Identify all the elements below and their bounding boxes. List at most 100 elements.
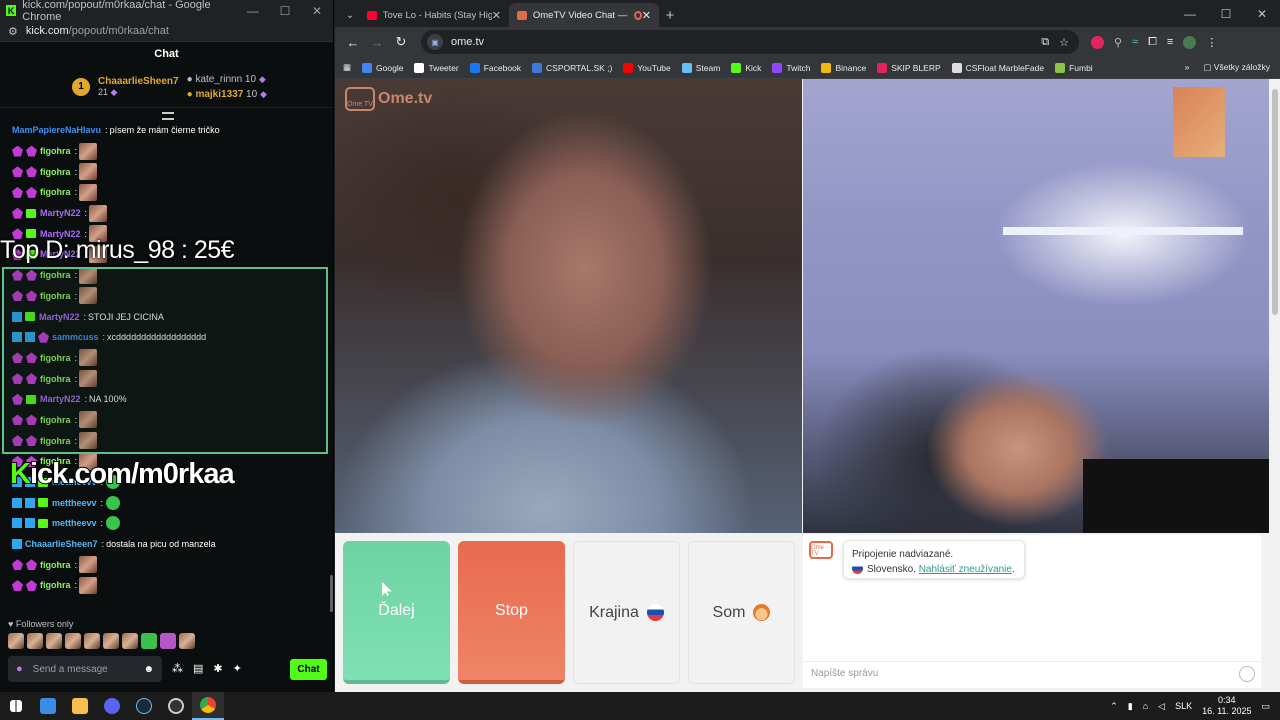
bookmark-item[interactable]: CSPORTAL.SK ;) xyxy=(532,62,612,73)
avatar[interactable] xyxy=(1183,35,1197,49)
mic-icon[interactable]: ▮ xyxy=(1128,701,1133,712)
bookmark-item[interactable]: Tweeter xyxy=(414,62,459,73)
close-tab-icon[interactable]: ✕ xyxy=(642,9,651,22)
apps-icon[interactable]: ▦ xyxy=(343,62,351,73)
emote-button[interactable] xyxy=(8,633,24,649)
volume-icon[interactable]: ◁ xyxy=(1158,701,1165,712)
leader-third[interactable]: ● majki1337 10 ◆ xyxy=(187,87,267,102)
leader-first[interactable]: ChaaarlieSheen7 21 ◆ xyxy=(98,76,179,98)
chat-username[interactable]: mettheevv xyxy=(52,518,97,528)
chat-text: písem že mám čierne tričko xyxy=(109,125,220,136)
page-scrollbar[interactable] xyxy=(1270,79,1280,692)
bookmark-item[interactable]: Kick xyxy=(731,62,761,73)
network-icon[interactable]: ⌂ xyxy=(1143,701,1148,711)
chat-username[interactable]: figohra xyxy=(40,146,71,156)
puzzle-icon[interactable]: ⧠ xyxy=(1148,36,1157,49)
gender-button[interactable]: Som xyxy=(688,541,795,684)
chat-scrollbar[interactable] xyxy=(330,575,333,612)
all-bookmarks[interactable]: ▢ Všetky záložky xyxy=(1203,62,1270,73)
site-info-icon[interactable]: ⚙ xyxy=(8,25,18,38)
media-icon[interactable]: ≡ xyxy=(1167,36,1173,48)
minimize-button[interactable]: — xyxy=(1172,0,1208,27)
taskbar-explorer[interactable] xyxy=(64,692,96,720)
minimize-button[interactable]: — xyxy=(237,4,269,18)
chat-username[interactable]: figohra xyxy=(40,580,71,590)
extension-icon[interactable]: ⚲ xyxy=(1114,36,1122,49)
bookmark-item[interactable]: SKIP BLERP xyxy=(877,62,941,73)
store-icon[interactable]: ▤ xyxy=(193,662,203,675)
emote-button[interactable] xyxy=(103,633,119,649)
taskbar-app[interactable] xyxy=(32,692,64,720)
bookmark-item[interactable]: Binance xyxy=(821,62,866,73)
notifications-icon[interactable]: ▭ xyxy=(1261,701,1270,712)
bookmark-item[interactable]: Twitch xyxy=(772,62,810,73)
menu-icon[interactable]: ⋮ xyxy=(1206,36,1217,49)
emote-button[interactable] xyxy=(27,633,43,649)
emote-button[interactable] xyxy=(46,633,62,649)
extension-icon[interactable]: ≈ xyxy=(1132,36,1138,48)
chat-send-button[interactable]: Chat xyxy=(290,659,327,680)
more-bookmarks-icon[interactable]: » xyxy=(1185,62,1190,73)
maximize-button[interactable]: ☐ xyxy=(1208,0,1244,27)
reload-button[interactable]: ↻ xyxy=(389,30,413,54)
bookmark-item[interactable]: YouTube xyxy=(623,62,671,73)
new-tab-button[interactable]: + xyxy=(659,3,681,27)
emote-button[interactable] xyxy=(160,633,176,649)
leader-second[interactable]: ● kate_rinnn 10 ◆ xyxy=(187,72,267,87)
chat-username[interactable]: figohra xyxy=(40,560,71,570)
emote-button[interactable] xyxy=(122,633,138,649)
mic-icon[interactable]: ● xyxy=(16,663,23,675)
close-button[interactable]: ✕ xyxy=(301,4,333,18)
tab-search-icon[interactable]: ⌄ xyxy=(341,3,359,27)
install-icon[interactable]: ⧉ xyxy=(1041,36,1049,49)
bookmark-item[interactable]: Facebook xyxy=(469,62,521,73)
report-abuse-link[interactable]: Nahlásiť zneužívanie xyxy=(919,564,1012,575)
start-button[interactable] xyxy=(0,692,32,720)
chat-username[interactable]: figohra xyxy=(40,187,71,197)
bookmark-item[interactable]: Steam xyxy=(681,62,720,73)
tab-ometv[interactable]: OmeTV Video Chat — Ome ✕ xyxy=(509,3,659,27)
stop-button[interactable]: Stop xyxy=(458,541,565,684)
maximize-button[interactable]: ☐ xyxy=(269,4,301,18)
chat-username[interactable]: mettheevv xyxy=(52,498,97,508)
country-button[interactable]: Krajina xyxy=(573,541,680,684)
extension-icon[interactable] xyxy=(1091,35,1104,49)
taskbar-app[interactable] xyxy=(160,692,192,720)
bookmark-item[interactable]: Fumbi xyxy=(1055,62,1093,73)
settings-icon[interactable]: ✱ xyxy=(213,662,222,675)
emote-button[interactable] xyxy=(179,633,195,649)
page-scrollbar-thumb[interactable] xyxy=(1272,89,1278,315)
bookmark-star-icon[interactable]: ☆ xyxy=(1059,36,1069,49)
pinned-menu-icon[interactable] xyxy=(162,112,174,120)
chat-username[interactable]: MartyN22 xyxy=(40,208,81,218)
next-button[interactable]: Ďalej xyxy=(343,541,450,684)
chat-username[interactable]: figohra xyxy=(40,167,71,177)
emoji-icon[interactable] xyxy=(1239,665,1255,682)
emote-button[interactable] xyxy=(141,633,157,649)
emote-button[interactable] xyxy=(65,633,81,649)
tray-chevron-icon[interactable]: ⌃ xyxy=(1110,701,1118,712)
bookmark-item[interactable]: CSFloat MarbleFade xyxy=(951,62,1044,73)
gift-icon[interactable]: ✦ xyxy=(233,662,242,675)
close-tab-icon[interactable]: ✕ xyxy=(492,9,501,22)
taskbar-chrome[interactable] xyxy=(192,692,224,720)
bookmark-item[interactable]: Google xyxy=(362,62,403,73)
taskbar-steam[interactable] xyxy=(128,692,160,720)
tab-youtube[interactable]: Tove Lo - Habits (Stay High) - H ✕ xyxy=(359,3,509,27)
clock[interactable]: 0:34 16. 11. 2025 xyxy=(1202,695,1251,717)
emoji-icon[interactable]: ☻ xyxy=(143,664,154,675)
chat-username[interactable]: MamPapiereNaHlavu xyxy=(12,125,101,135)
chat-identity-icon[interactable]: ⁂ xyxy=(172,662,183,675)
site-info-icon[interactable]: ▣ xyxy=(427,34,443,50)
emote-button[interactable] xyxy=(84,633,100,649)
language-indicator[interactable]: SLK xyxy=(1175,701,1192,711)
chat-username[interactable]: ChaaarlieSheen7 xyxy=(25,539,98,549)
ometv-message-input[interactable]: Napíšte správu xyxy=(803,661,1261,685)
back-button[interactable]: ← xyxy=(341,30,365,54)
send-message-input[interactable]: ● Send a message ☻ xyxy=(8,656,162,682)
close-button[interactable]: ✕ xyxy=(1244,0,1280,27)
address-bar[interactable]: ▣ ome.tv ⧉ ☆ xyxy=(421,30,1079,54)
left-url-bar[interactable]: ⚙ kick.com/popout/m0rkaa/chat xyxy=(0,21,333,42)
taskbar-app[interactable] xyxy=(96,692,128,720)
forward-button[interactable]: → xyxy=(365,30,389,54)
